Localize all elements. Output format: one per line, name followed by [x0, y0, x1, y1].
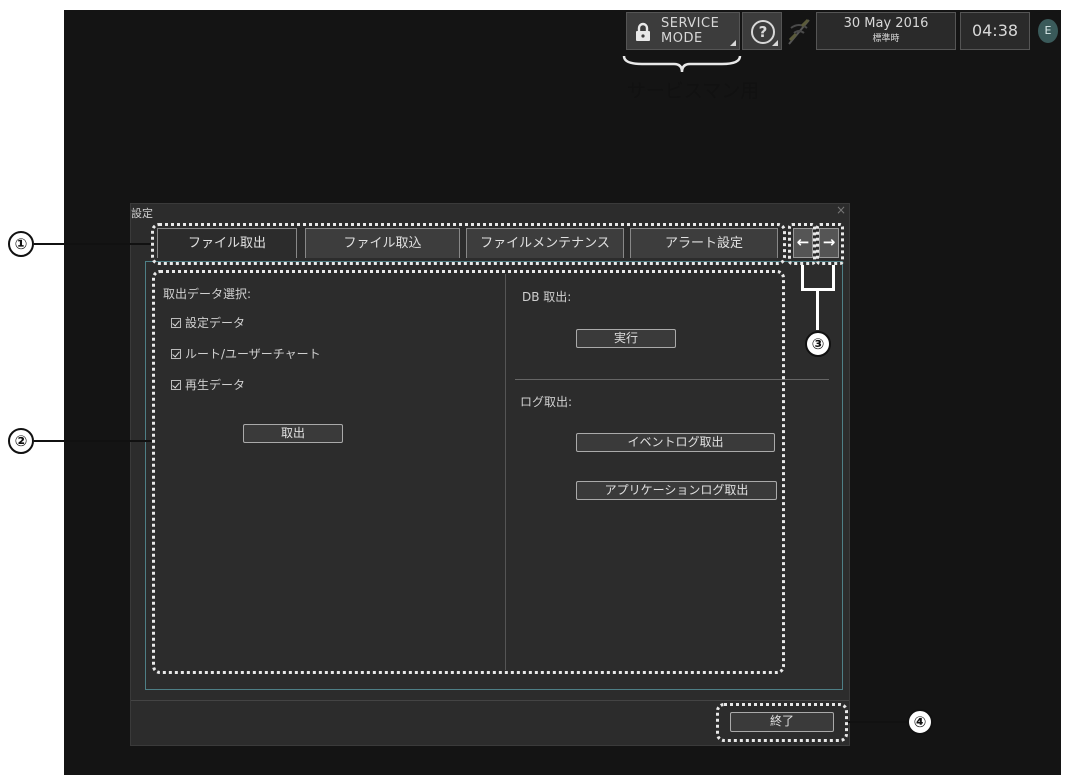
date-display: 30 May 2016 標準時 [816, 12, 956, 50]
service-annotation-label: サービスマン用 [626, 80, 760, 102]
brace-annotation [622, 55, 742, 73]
callout-3-leader [801, 265, 804, 290]
help-button[interactable]: ? [742, 12, 782, 50]
callout-3-leader [832, 265, 835, 290]
next-arrow-highlight [816, 223, 844, 265]
callout-1: ① [8, 231, 34, 257]
callout-3-leader [816, 290, 819, 330]
network-icon [788, 18, 810, 45]
callout-3: ③ [805, 331, 831, 357]
dropdown-corner-icon [730, 40, 736, 46]
callout-2-leader [34, 440, 152, 442]
time-display: 04:38 [960, 12, 1030, 50]
service-mode-label-line1: SERVICE [661, 16, 720, 31]
date-text: 30 May 2016 [843, 16, 929, 31]
callout-2: ② [8, 428, 34, 454]
footer-divider [131, 700, 849, 701]
dialog-title: 設定 [131, 207, 153, 220]
close-icon[interactable]: × [836, 203, 846, 217]
service-mode-label-line2: MODE [661, 31, 703, 46]
exit-highlight [716, 703, 848, 742]
dropdown-corner-icon [772, 40, 778, 46]
tabs-highlight [151, 223, 786, 265]
content-highlight [152, 270, 785, 674]
callout-4-leader [848, 721, 908, 723]
status-badge[interactable]: E [1038, 19, 1058, 43]
callout-1-leader [34, 243, 151, 245]
timezone-text: 標準時 [872, 34, 900, 44]
service-mode-button[interactable]: SERVICE MODE [626, 12, 740, 50]
lock-icon [636, 22, 650, 41]
prev-arrow-highlight [788, 223, 816, 265]
callout-4: ④ [907, 709, 933, 735]
